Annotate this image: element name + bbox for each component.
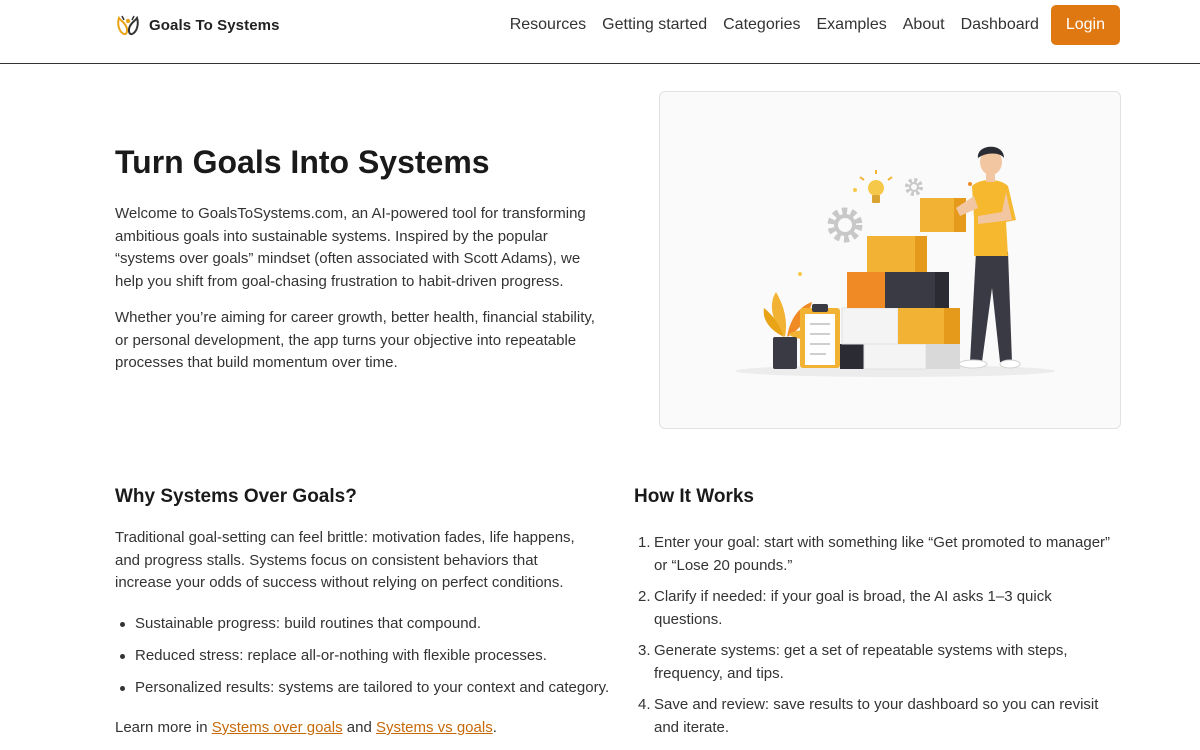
page-title: Turn Goals Into Systems [115,144,490,180]
nav-resources[interactable]: Resources [510,16,586,34]
list-item: Reduced stress: replace all-or-nothing w… [119,644,609,676]
learn-more-prefix: Learn more in [115,719,212,736]
step-item: 2. Clarify if needed: if your goal is br… [638,586,1120,631]
nav-categories[interactable]: Categories [723,16,800,34]
learn-more-suffix: . [492,719,497,736]
site-header: Goals To Systems Resources Getting start… [0,0,1200,64]
login-button[interactable]: Login [1050,5,1120,45]
why-paragraph: Traditional goal-setting can feel brittl… [115,529,575,591]
step-number: 2. [638,588,651,605]
hero-second-paragraph: Whether you’re aiming for career growth,… [115,309,595,371]
step-item: 1. Enter your goal: start with something… [638,532,1120,577]
steps-list: 1. Enter your goal: start with something… [638,532,1120,739]
step-text: Generate systems: get a set of repeatabl… [654,642,1068,682]
learn-more-and: and [342,719,376,736]
clipboard-icon [800,304,840,368]
how-section-title: How It Works [634,486,754,507]
step-text: Clarify if needed: if your goal is broad… [654,588,1052,628]
list-item: Personalized results: systems are tailor… [119,676,609,708]
step-item: 3. Generate systems: get a set of repeat… [638,640,1120,685]
benefits-list: Sustainable progress: build routines tha… [119,612,609,708]
why-section-title: Why Systems Over Goals? [115,486,357,507]
hero-illustration-card [659,91,1121,429]
gear-icon [827,207,863,243]
list-item: Sustainable progress: build routines tha… [119,612,609,644]
person-illustration [956,146,1021,369]
hero-intro-paragraph: Welcome to GoalsToSystems.com, an AI-pow… [115,205,586,290]
systems-over-goals-link[interactable]: Systems over goals [212,719,343,736]
systems-vs-goals-link[interactable]: Systems vs goals [376,719,493,736]
nav-examples[interactable]: Examples [817,16,887,34]
nav-about[interactable]: About [903,16,945,34]
step-number: 3. [638,642,651,659]
brand[interactable]: Goals To Systems [115,9,280,41]
step-text: Save and review: save results to your da… [654,696,1099,736]
small-gear-icon [905,178,923,196]
lightbulb-icon [859,170,893,203]
step-text: Enter your goal: start with something li… [654,534,1111,574]
brand-name: Goals To Systems [149,16,280,34]
brand-logo-icon [117,15,139,36]
main-nav: Resources Getting started Categories Exa… [494,5,1120,45]
learn-more-line: Learn more in Systems over goals and Sys… [115,716,497,740]
hero-illustration [735,146,1055,377]
nav-dashboard[interactable]: Dashboard [961,16,1039,34]
step-item: 4. Save and review: save results to your… [638,694,1120,739]
step-number: 1. [638,534,651,551]
step-number: 4. [638,696,651,713]
nav-getting-started[interactable]: Getting started [602,16,707,34]
